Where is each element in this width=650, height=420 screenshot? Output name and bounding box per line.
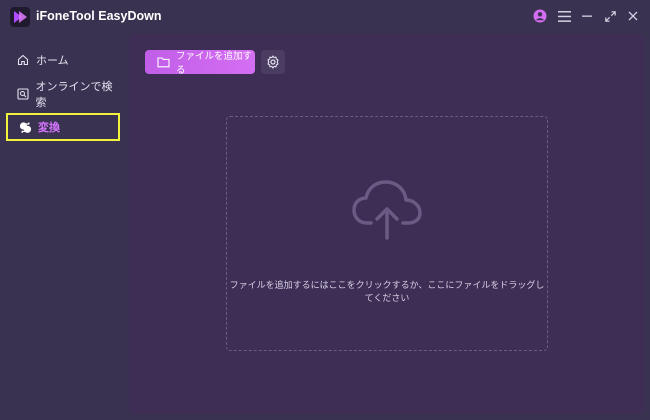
close-icon[interactable] <box>625 8 641 24</box>
app-title: iFoneTool EasyDown <box>36 9 162 23</box>
folder-icon <box>157 56 170 68</box>
gear-icon <box>266 55 280 69</box>
search-icon <box>16 87 29 101</box>
cloud-upload-icon <box>351 179 423 241</box>
add-file-button[interactable]: ファイルを追加する <box>145 50 255 76</box>
sidebar-item-label: ホーム <box>36 54 69 67</box>
sidebar-item-convert[interactable]: 変換 <box>6 113 120 141</box>
sidebar-item-online-search[interactable]: オンラインで検索 <box>6 80 120 109</box>
sidebar-item-label: オンラインで検索 <box>35 80 113 109</box>
sidebar-item-label: 変換 <box>38 121 60 134</box>
drop-hint-text: ファイルを追加するにはここをクリックするか、ここにファイルをドラッグしてください <box>229 281 545 304</box>
maximize-icon[interactable] <box>602 8 618 24</box>
settings-button[interactable] <box>261 50 285 74</box>
menu-icon[interactable] <box>556 8 572 24</box>
user-icon[interactable] <box>532 8 548 24</box>
add-file-label: ファイルを追加する <box>176 51 253 76</box>
home-icon <box>16 53 30 67</box>
main-panel: ファイルを追加する ファイルを追加するにはここをクリックするか、ここにファイルを… <box>129 34 645 414</box>
title-bar: iFoneTool EasyDown <box>0 0 650 34</box>
sidebar: ホーム オンラインで検索 変換 <box>0 40 128 420</box>
convert-icon <box>18 120 32 134</box>
minimize-icon[interactable] <box>579 8 595 24</box>
file-drop-zone[interactable]: ファイルを追加するにはここをクリックするか、ここにファイルをドラッグしてください <box>226 116 548 351</box>
app-logo-icon <box>10 7 30 27</box>
sidebar-item-home[interactable]: ホーム <box>6 46 120 74</box>
